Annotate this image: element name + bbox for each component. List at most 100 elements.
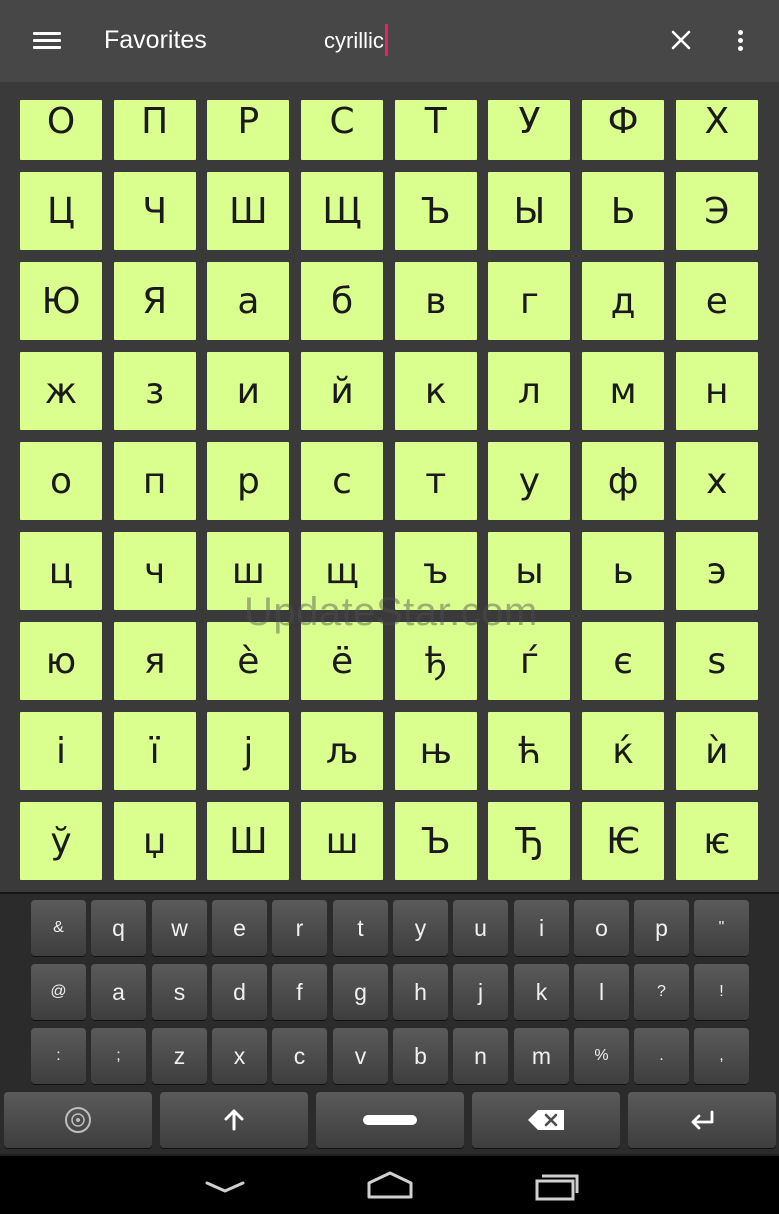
char-cell[interactable]: Щ [301, 172, 384, 250]
enter-key[interactable] [628, 1092, 776, 1148]
key-symbol[interactable]: @ [31, 964, 86, 1020]
char-cell[interactable]: Ъ [394, 172, 477, 250]
char-cell[interactable]: е [675, 262, 758, 340]
char-cell[interactable]: Ь [582, 172, 665, 250]
char-cell[interactable]: р [207, 442, 290, 520]
key-h[interactable]: h [393, 964, 448, 1020]
search-input[interactable]: cyrillic [324, 23, 644, 59]
key-q[interactable]: q [91, 900, 146, 956]
key-w[interactable]: w [152, 900, 207, 956]
key-symbol[interactable]: & [31, 900, 86, 956]
char-cell[interactable]: в [394, 262, 477, 340]
key-symbol[interactable]: . [634, 1028, 689, 1084]
key-a[interactable]: a [91, 964, 146, 1020]
key-symbol[interactable]: ! [694, 964, 749, 1020]
char-cell[interactable]: ј [207, 712, 290, 790]
char-cell[interactable]: ѓ [488, 622, 571, 700]
char-cell[interactable]: н [675, 352, 758, 430]
char-cell[interactable]: й [301, 352, 384, 430]
char-cell[interactable]: ю [20, 622, 102, 700]
recents-icon[interactable] [534, 1170, 580, 1202]
char-cell[interactable]: Р [207, 100, 290, 160]
char-cell[interactable]: ш [301, 802, 384, 880]
key-symbol[interactable]: " [694, 900, 749, 956]
char-cell[interactable]: è [207, 622, 290, 700]
char-cell[interactable]: д [582, 262, 665, 340]
space-bar[interactable] [316, 1092, 464, 1148]
char-cell[interactable]: л [488, 352, 571, 430]
key-symbol[interactable]: : [31, 1028, 86, 1084]
key-r[interactable]: r [272, 900, 327, 956]
char-cell[interactable]: Х [675, 100, 758, 160]
char-cell[interactable]: м [582, 352, 665, 430]
char-cell[interactable]: а [207, 262, 290, 340]
char-cell[interactable]: я [113, 622, 196, 700]
char-cell[interactable]: љ [301, 712, 384, 790]
key-c[interactable]: c [272, 1028, 327, 1084]
char-cell[interactable]: є [582, 622, 665, 700]
char-cell[interactable]: Я [113, 262, 196, 340]
more-vert-icon[interactable] [731, 28, 751, 54]
key-x[interactable]: x [212, 1028, 267, 1084]
char-cell[interactable]: Ы [488, 172, 571, 250]
key-t[interactable]: t [333, 900, 388, 956]
char-cell[interactable]: Ц [20, 172, 102, 250]
char-cell[interactable]: ѕ [675, 622, 758, 700]
char-cell[interactable]: і [20, 712, 102, 790]
char-cell[interactable]: Э [675, 172, 758, 250]
close-icon[interactable] [669, 28, 693, 52]
char-cell[interactable]: б [301, 262, 384, 340]
char-cell[interactable]: г [488, 262, 571, 340]
char-cell[interactable]: џ [113, 802, 196, 880]
backspace-key[interactable] [472, 1092, 620, 1148]
char-cell[interactable]: ф [582, 442, 665, 520]
char-cell[interactable]: ћ [488, 712, 571, 790]
char-cell[interactable]: њ [394, 712, 477, 790]
char-cell[interactable]: з [113, 352, 196, 430]
char-cell[interactable]: Ш [207, 802, 290, 880]
char-cell[interactable]: ѝ [675, 712, 758, 790]
char-cell[interactable]: ъ [394, 532, 477, 610]
key-v[interactable]: v [333, 1028, 388, 1084]
key-symbol[interactable]: ? [634, 964, 689, 1020]
char-cell[interactable]: и [207, 352, 290, 430]
key-b[interactable]: b [393, 1028, 448, 1084]
char-cell[interactable]: э [675, 532, 758, 610]
char-cell[interactable]: ц [20, 532, 102, 610]
char-cell[interactable]: у [488, 442, 571, 520]
symbols-key[interactable] [4, 1092, 152, 1148]
key-g[interactable]: g [333, 964, 388, 1020]
char-cell[interactable]: У [488, 100, 571, 160]
char-cell[interactable]: Ч [113, 172, 196, 250]
key-symbol[interactable]: % [574, 1028, 629, 1084]
char-cell[interactable]: ё [301, 622, 384, 700]
char-cell[interactable]: Ю [20, 262, 102, 340]
key-i[interactable]: i [514, 900, 569, 956]
key-p[interactable]: p [634, 900, 689, 956]
char-cell[interactable]: ь [582, 532, 665, 610]
char-cell[interactable]: Ш [207, 172, 290, 250]
char-cell[interactable]: ў [20, 802, 102, 880]
char-cell[interactable]: Т [394, 100, 477, 160]
char-cell[interactable]: Ђ [488, 802, 571, 880]
char-cell[interactable]: п [113, 442, 196, 520]
key-l[interactable]: l [574, 964, 629, 1020]
char-cell[interactable]: щ [301, 532, 384, 610]
key-k[interactable]: k [514, 964, 569, 1020]
key-d[interactable]: d [212, 964, 267, 1020]
char-cell[interactable]: П [113, 100, 196, 160]
key-n[interactable]: n [453, 1028, 508, 1084]
char-cell[interactable]: Ъ [394, 802, 477, 880]
key-symbol[interactable]: , [694, 1028, 749, 1084]
key-m[interactable]: m [514, 1028, 569, 1084]
char-cell[interactable]: ќ [582, 712, 665, 790]
home-icon[interactable] [366, 1170, 414, 1200]
char-cell[interactable]: Ф [582, 100, 665, 160]
key-y[interactable]: y [393, 900, 448, 956]
char-cell[interactable]: ж [20, 352, 102, 430]
char-cell[interactable]: к [394, 352, 477, 430]
char-cell[interactable]: х [675, 442, 758, 520]
key-z[interactable]: z [152, 1028, 207, 1084]
char-cell[interactable]: о [20, 442, 102, 520]
char-cell[interactable]: ї [113, 712, 196, 790]
